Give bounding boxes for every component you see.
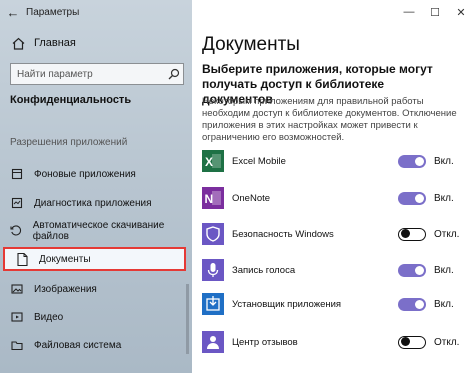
toggle-switch[interactable]	[398, 263, 426, 277]
installer-icon	[202, 293, 224, 315]
back-arrow-icon[interactable]: ←	[0, 5, 26, 20]
search-placeholder: Найти параметр	[17, 68, 93, 80]
sidebar-item-label: Документы	[39, 253, 91, 265]
toggle-knob	[415, 299, 424, 309]
toggle-state: Откл.	[434, 228, 460, 240]
toggle-switch[interactable]	[398, 297, 426, 311]
shield-icon	[202, 223, 224, 245]
excel-icon: X	[202, 150, 224, 172]
toggle-knob	[415, 193, 424, 203]
app-row-onenote: N OneNote Вкл.	[202, 184, 464, 212]
sidebar-item-auto-download[interactable]: Автоматическое скачивание файлов	[0, 219, 188, 243]
app-row-voice-recorder: Запись голоса Вкл.	[202, 256, 464, 284]
sidebar-item-label: Изображения	[34, 283, 97, 295]
home-icon	[10, 36, 26, 50]
sidebar-item-documents[interactable]: Документы	[3, 247, 186, 271]
auto-download-icon	[10, 224, 23, 238]
sidebar-item-file-system[interactable]: Файловая система	[0, 333, 188, 357]
document-icon	[15, 252, 29, 266]
app-name: Безопасность Windows	[232, 228, 334, 240]
svg-text:N: N	[205, 192, 214, 206]
title-bar: ← Параметры	[0, 0, 192, 24]
section-description: Некоторым приложениям для правильной раб…	[202, 96, 457, 143]
toggle-knob	[415, 265, 424, 275]
toggle-state: Откл.	[434, 336, 460, 348]
toggle-state: Вкл.	[434, 298, 454, 310]
diagnostics-icon	[10, 196, 24, 210]
microphone-icon	[202, 259, 224, 281]
toggle-state: Вкл.	[434, 192, 454, 204]
toggle-switch[interactable]	[398, 335, 426, 349]
svg-text:X: X	[205, 155, 213, 169]
home-link[interactable]: Главная	[10, 36, 76, 50]
app-name: OneNote	[232, 192, 271, 204]
toggle-switch[interactable]	[398, 154, 426, 168]
app-name: Установщик приложения	[232, 298, 342, 310]
sidebar-item-diagnostics[interactable]: Диагностика приложения	[0, 191, 188, 215]
feedback-icon	[202, 331, 224, 353]
search-icon[interactable]	[165, 65, 183, 83]
app-name: Запись голоса	[232, 264, 296, 276]
sidebar-item-label: Файловая система	[34, 339, 122, 351]
toggle-switch[interactable]	[398, 191, 426, 205]
app-row-excel: X Excel Mobile Вкл.	[202, 147, 464, 175]
home-label: Главная	[34, 37, 76, 49]
sidebar-item-label: Автоматическое скачивание файлов	[32, 220, 165, 242]
close-icon[interactable]: ✕	[448, 6, 474, 19]
toggle-state: Вкл.	[434, 155, 454, 167]
window-controls: — ☐ ✕	[396, 0, 474, 24]
toggle-state: Вкл.	[434, 264, 454, 276]
window-title: Параметры	[26, 6, 80, 18]
video-icon	[10, 310, 24, 324]
toggle-knob	[415, 156, 424, 166]
app-row-feedback-hub: Центр отзывов Откл.	[202, 328, 464, 356]
main-content: — ☐ ✕ Документы Выберите приложения, кот…	[192, 0, 474, 373]
sidebar-item-video[interactable]: Видео	[0, 305, 188, 329]
app-name: Центр отзывов	[232, 336, 298, 348]
sidebar-item-background-apps[interactable]: Фоновые приложения	[0, 162, 188, 186]
app-row-windows-security: Безопасность Windows Откл.	[202, 220, 464, 248]
toggle-knob	[401, 337, 410, 346]
app-row-app-installer: Установщик приложения Вкл.	[202, 290, 464, 318]
maximize-icon[interactable]: ☐	[422, 6, 448, 19]
sidebar-item-label: Диагностика приложения	[34, 197, 152, 209]
minimize-icon[interactable]: —	[396, 6, 422, 18]
file-system-icon	[10, 338, 24, 352]
sidebar-scrollbar[interactable]	[186, 284, 189, 354]
section-title: Конфиденциальность	[10, 94, 132, 106]
app-name: Excel Mobile	[232, 155, 286, 167]
pictures-icon	[10, 282, 24, 296]
toggle-switch[interactable]	[398, 227, 426, 241]
page-title: Документы	[202, 34, 300, 55]
background-apps-icon	[10, 167, 24, 181]
toggle-knob	[401, 229, 410, 238]
search-input[interactable]: Найти параметр	[10, 63, 184, 85]
sidebar-item-pictures[interactable]: Изображения	[0, 277, 188, 301]
sidebar-item-label: Фоновые приложения	[34, 168, 136, 180]
sidebar: ← Параметры Главная Найти параметр Конфи…	[0, 0, 192, 373]
group-label: Разрешения приложений	[10, 137, 128, 148]
onenote-icon: N	[202, 187, 224, 209]
sidebar-item-label: Видео	[34, 311, 64, 323]
